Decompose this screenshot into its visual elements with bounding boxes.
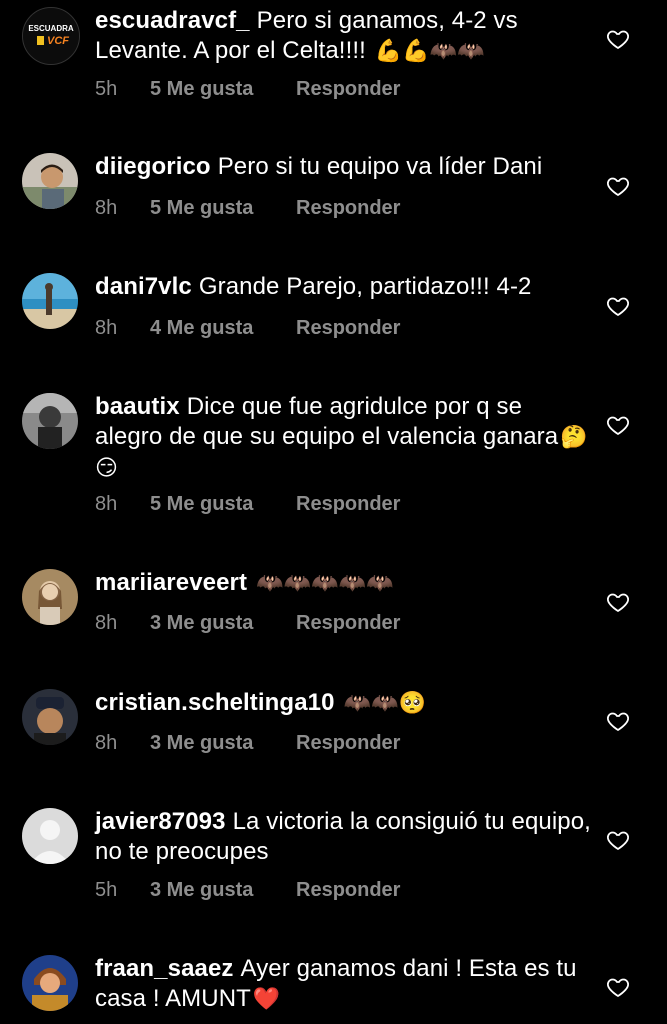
comment-time: 8h	[95, 493, 118, 515]
svg-text:VCF: VCF	[47, 35, 69, 47]
comment-text: diiegorico Pero si tu equipo va líder Dan…	[95, 152, 595, 182]
default-avatar-icon	[22, 808, 78, 864]
comment-time: 8h	[95, 317, 118, 339]
like-heart-icon[interactable]	[606, 27, 630, 51]
comment-text: cristian.scheltinga10 🦇🦇🥺	[95, 688, 595, 719]
avatar-diiegorico[interactable]	[22, 153, 78, 209]
comment-emoji: ❤️	[252, 987, 281, 1012]
comment-username[interactable]: fraan_saaez	[95, 955, 234, 982]
avatar-cristian-scheltinga10[interactable]	[22, 689, 78, 745]
comment-likes[interactable]: 3 Me gusta	[150, 879, 296, 902]
comment-text: javier87093 La victoria la consiguió tu e…	[95, 807, 595, 867]
comment-emoji: 💪💪🦇🦇	[374, 39, 485, 64]
reply-button[interactable]: Responder	[296, 879, 400, 902]
comment-meta: 5h 5 Me gusta Responder	[95, 78, 400, 101]
escuadra-logo-icon: ESCUADRA VCF	[23, 8, 79, 64]
comment-meta: 8h 4 Me gusta Responder	[95, 317, 400, 340]
beach-photo-icon	[22, 273, 78, 329]
profile-photo-icon	[22, 569, 78, 625]
avatar-fraan-saaez[interactable]	[22, 955, 78, 1011]
like-heart-icon[interactable]	[606, 413, 630, 437]
comment-username[interactable]: dani7vlc	[95, 273, 192, 300]
avatar-escuadravcf[interactable]: ESCUADRA VCF	[22, 7, 80, 65]
comment-username[interactable]: baautix	[95, 393, 180, 420]
comment-time: 8h	[95, 732, 118, 754]
comment-likes[interactable]: 4 Me gusta	[150, 317, 296, 340]
comment-body: Grande Parejo, partidazo!!! 4-2	[198, 273, 532, 300]
comment-username[interactable]: escuadravcf_	[95, 7, 250, 34]
cartoon-avatar-icon	[22, 955, 78, 1011]
avatar-javier87093[interactable]	[22, 808, 78, 864]
comment-meta: 8h 3 Me gusta Responder	[95, 612, 400, 635]
comment-username[interactable]: mariiareveert	[95, 569, 247, 596]
bw-photo-icon	[22, 393, 78, 449]
comment-text: mariiareveert 🦇🦇🦇🦇🦇	[95, 568, 595, 599]
like-heart-icon[interactable]	[606, 590, 630, 614]
like-heart-icon[interactable]	[606, 174, 630, 198]
reply-button[interactable]: Responder	[296, 317, 400, 340]
like-heart-icon[interactable]	[606, 709, 630, 733]
comment-likes[interactable]: 5 Me gusta	[150, 197, 296, 220]
comment-meta: 5h 3 Me gusta Responder	[95, 879, 400, 902]
avatar-mariiareveert[interactable]	[22, 569, 78, 625]
comment-text: fraan_saaez Ayer ganamos dani ! Esta es t…	[95, 954, 595, 1015]
comment-time: 8h	[95, 612, 118, 634]
comment-likes[interactable]: 3 Me gusta	[150, 612, 296, 635]
avatar-baautix[interactable]	[22, 393, 78, 449]
comment-likes[interactable]: 3 Me gusta	[150, 732, 296, 755]
avatar-dani7vlc[interactable]	[22, 273, 78, 329]
reply-button[interactable]: Responder	[296, 197, 400, 220]
profile-photo-icon	[22, 689, 78, 745]
comment-likes[interactable]: 5 Me gusta	[150, 78, 296, 101]
comment-text: baautix Dice que fue agridulce por q se a…	[95, 392, 595, 484]
reply-button[interactable]: Responder	[296, 493, 400, 516]
comment-time: 8h	[95, 197, 118, 219]
profile-photo-icon	[22, 153, 78, 209]
reply-button[interactable]: Responder	[296, 612, 400, 635]
comment-username[interactable]: javier87093	[95, 808, 226, 835]
comment-time: 5h	[95, 78, 118, 100]
like-heart-icon[interactable]	[606, 975, 630, 999]
comment-username[interactable]: diiegorico	[95, 153, 211, 180]
comment-text: dani7vlc Grande Parejo, partidazo!!! 4-2	[95, 272, 595, 302]
comment-meta: 8h 3 Me gusta Responder	[95, 732, 400, 755]
reply-button[interactable]: Responder	[296, 78, 400, 101]
like-heart-icon[interactable]	[606, 294, 630, 318]
comment-username[interactable]: cristian.scheltinga10	[95, 689, 335, 716]
like-heart-icon[interactable]	[606, 828, 630, 852]
svg-text:ESCUADRA: ESCUADRA	[28, 24, 74, 33]
comment-body: Pero si tu equipo va líder Dani	[217, 153, 543, 180]
comment-meta: 8h 5 Me gusta Responder	[95, 493, 400, 516]
reply-button[interactable]: Responder	[296, 732, 400, 755]
comment-meta: 8h 5 Me gusta Responder	[95, 197, 400, 220]
comment-likes[interactable]: 5 Me gusta	[150, 493, 296, 516]
comment-time: 5h	[95, 879, 118, 901]
comment-emoji: 🦇🦇🥺	[343, 691, 427, 716]
comment-text: escuadravcf_ Pero si ganamos, 4-2 vs Leva…	[95, 6, 595, 67]
comment-emoji: 🦇🦇🦇🦇🦇	[256, 571, 394, 596]
